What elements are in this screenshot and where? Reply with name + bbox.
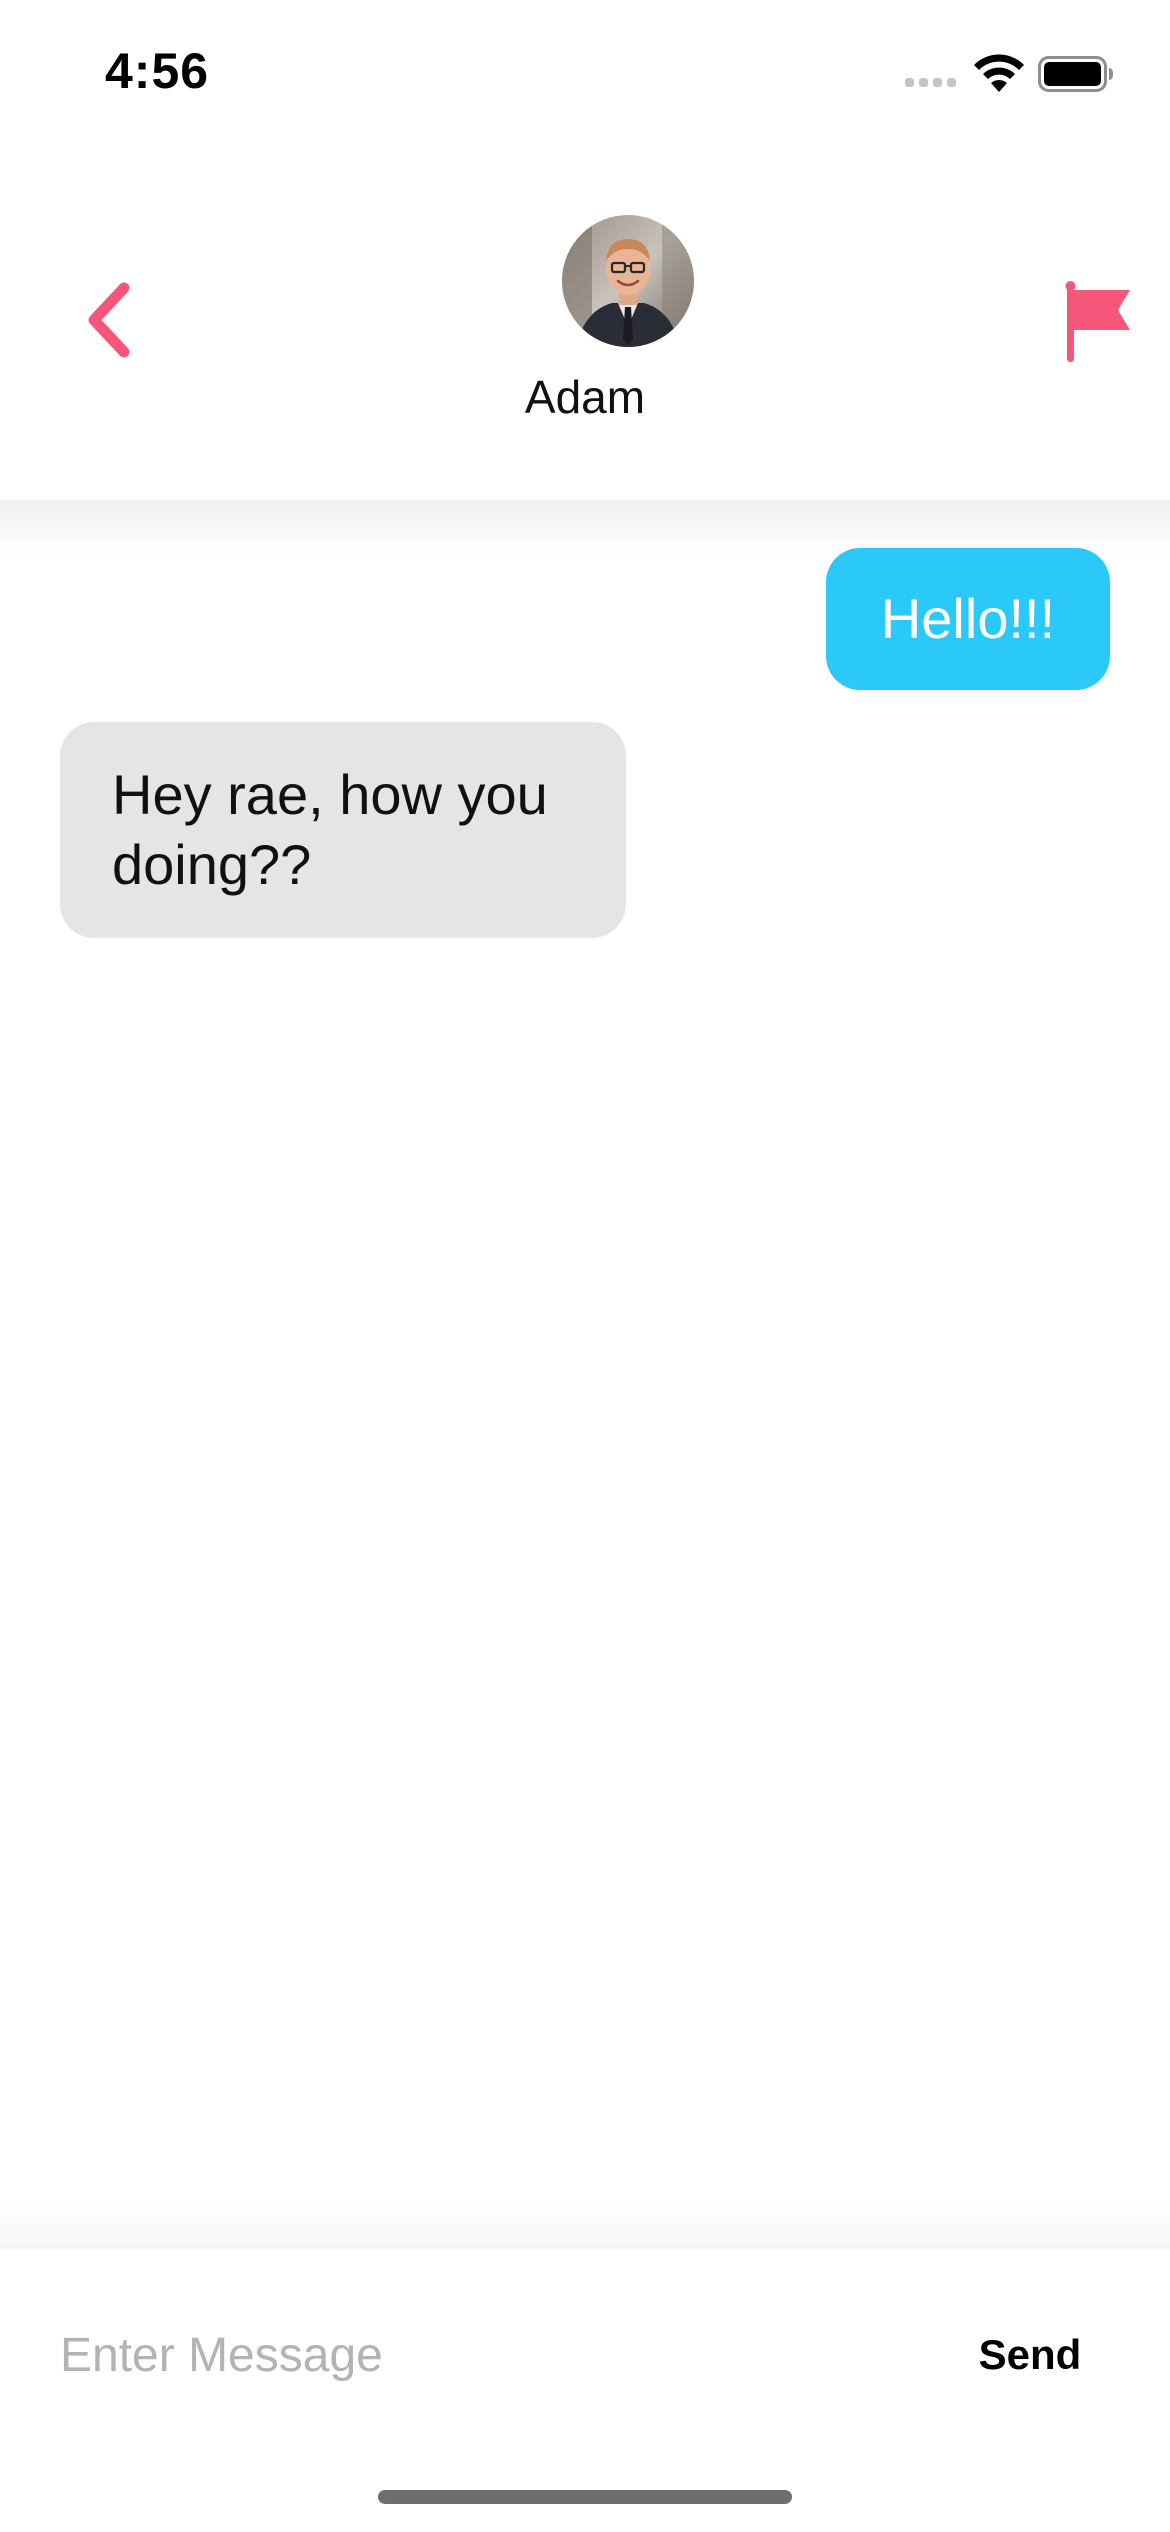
- back-chevron-icon[interactable]: [74, 270, 154, 370]
- chat-screen: 4:56 Adam Hello!!! Hey rae, how you doin…: [0, 0, 1170, 2532]
- contact-name: Adam: [524, 371, 646, 423]
- send-button[interactable]: Send: [960, 2320, 1100, 2390]
- avatar-photo: [562, 215, 694, 347]
- message-input[interactable]: [60, 2310, 880, 2400]
- incoming-message-bubble: Hey rae, how you doing??: [60, 722, 626, 938]
- message-list: Hello!!! Hey rae, how you doing??: [0, 500, 1170, 2240]
- status-bar: 4:56: [0, 0, 1170, 140]
- flag-icon[interactable]: [1060, 272, 1140, 372]
- outgoing-message-bubble: Hello!!!: [826, 548, 1110, 690]
- chat-header: Adam: [0, 140, 1170, 500]
- battery-icon: [1038, 56, 1113, 92]
- cellular-signal-icon: [905, 78, 956, 87]
- wifi-icon: [974, 54, 1024, 92]
- composer-shadow: [0, 2200, 1170, 2250]
- home-indicator[interactable]: [378, 2490, 792, 2504]
- contact-avatar[interactable]: [562, 215, 694, 347]
- status-time: 4:56: [105, 43, 210, 99]
